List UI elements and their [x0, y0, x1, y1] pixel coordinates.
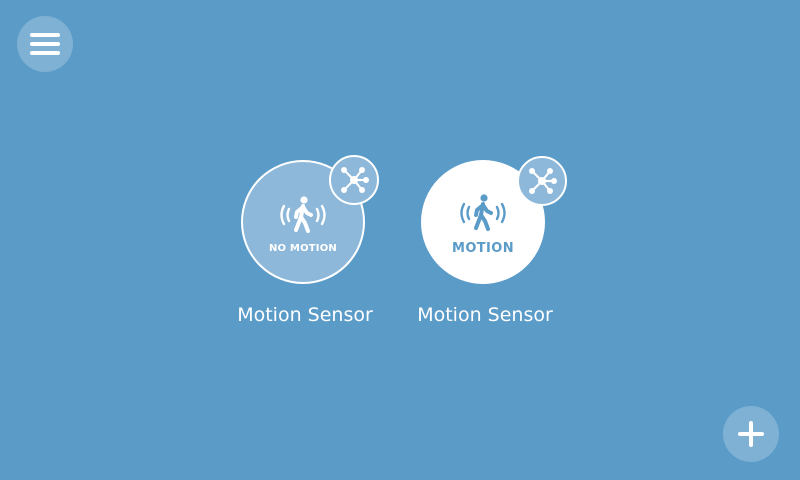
network-hub-icon: [529, 168, 557, 194]
device-tile-motion-sensor-1[interactable]: NO MOTION Motion Sensor: [215, 155, 395, 326]
sensor-state-label: MOTION: [451, 240, 515, 256]
add-device-button[interactable]: [723, 406, 779, 462]
walking-person-motion-icon: [460, 193, 506, 231]
hamburger-menu-icon: [30, 33, 60, 55]
device-circle-wrap: MOTION: [421, 156, 567, 288]
hub-badge[interactable]: [329, 155, 379, 205]
hub-badge[interactable]: [517, 156, 567, 206]
home-screen: NO MOTION Motion Sensor MOTION Motion Se…: [0, 0, 800, 480]
network-hub-icon: [341, 167, 369, 193]
device-tile-motion-sensor-2[interactable]: MOTION Motion Sensor: [395, 156, 575, 326]
sensor-state-label: NO MOTION: [268, 242, 338, 254]
menu-button[interactable]: [17, 16, 73, 72]
walking-person-motion-icon: [280, 195, 326, 233]
plus-icon: [738, 421, 764, 447]
device-name-label: Motion Sensor: [417, 304, 553, 326]
device-circle-wrap: NO MOTION: [241, 155, 379, 288]
device-name-label: Motion Sensor: [237, 304, 373, 326]
